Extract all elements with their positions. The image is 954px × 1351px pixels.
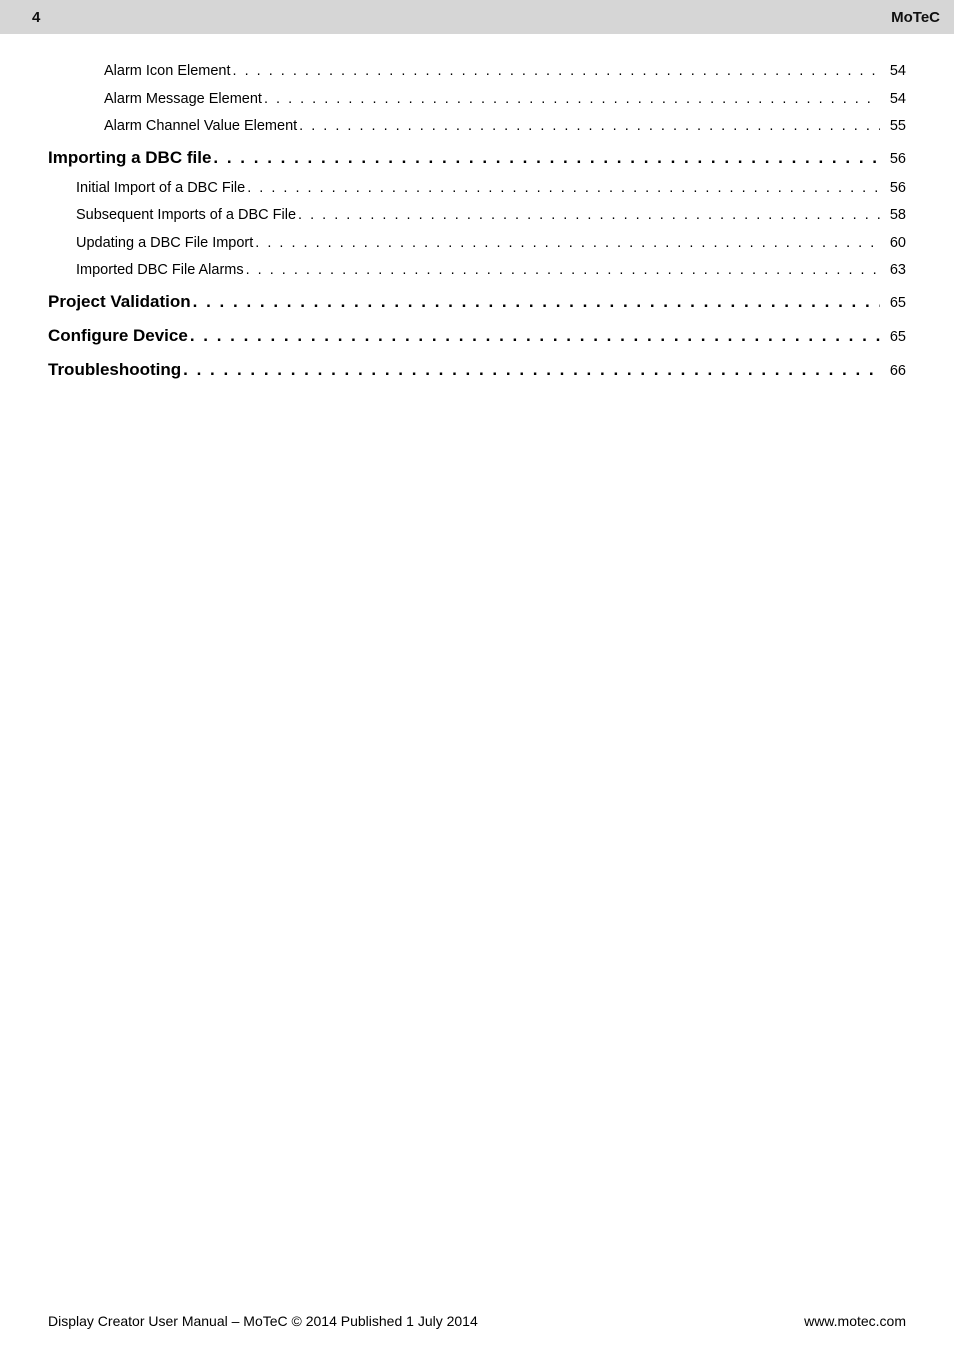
toc-leader-dots — [247, 175, 880, 203]
toc-entry-text: Alarm Channel Value Element — [104, 113, 297, 141]
toc-leader-dots — [233, 58, 880, 86]
footer-left: Display Creator User Manual – MoTeC © 20… — [48, 1313, 478, 1329]
toc-entry: Configure Device 65 — [48, 319, 906, 353]
toc-entry-text: Importing a DBC file — [48, 141, 211, 175]
toc-entry-page: 55 — [882, 113, 906, 141]
toc-entry-page: 60 — [882, 230, 906, 258]
toc-entry: Initial Import of a DBC File 56 — [48, 175, 906, 203]
page-number: 4 — [32, 9, 40, 26]
toc-leader-dots — [246, 257, 880, 285]
toc-entry-page: 54 — [882, 86, 906, 114]
toc-entry-page: 56 — [882, 175, 906, 203]
footer-right: www.motec.com — [804, 1313, 906, 1329]
toc-leader-dots — [190, 319, 880, 353]
toc-entry-text: Imported DBC File Alarms — [76, 257, 244, 285]
toc-leader-dots — [299, 113, 880, 141]
brand-name: MoTeC — [891, 9, 940, 26]
toc-entry-page: 56 — [882, 145, 906, 174]
toc-entry-text: Initial Import of a DBC File — [76, 175, 245, 203]
toc-leader-dots — [193, 285, 880, 319]
table-of-contents: Alarm Icon Element54Alarm Message Elemen… — [0, 34, 954, 387]
toc-entry-text: Project Validation — [48, 285, 191, 319]
footer: Display Creator User Manual – MoTeC © 20… — [48, 1313, 906, 1329]
toc-entry-text: Troubleshooting — [48, 353, 181, 387]
toc-leader-dots — [264, 86, 880, 114]
toc-leader-dots — [298, 202, 880, 230]
toc-entry-page: 54 — [882, 58, 906, 86]
page: 4 MoTeC Alarm Icon Element54Alarm Messag… — [0, 0, 954, 1351]
toc-entry: Alarm Icon Element 54 — [48, 58, 906, 86]
toc-entry: Subsequent Imports of a DBC File 58 — [48, 202, 906, 230]
toc-entry-text: Alarm Message Element — [104, 86, 262, 114]
toc-leader-dots — [255, 230, 880, 258]
toc-entry-text: Subsequent Imports of a DBC File — [76, 202, 296, 230]
toc-leader-dots — [183, 353, 880, 387]
toc-entry-text: Updating a DBC File Import — [76, 230, 253, 258]
toc-entry: Alarm Message Element 54 — [48, 86, 906, 114]
header-bar: 4 MoTeC — [0, 0, 954, 34]
toc-entry: Importing a DBC file 56 — [48, 141, 906, 175]
toc-entry-page: 63 — [882, 257, 906, 285]
toc-entry-page: 65 — [882, 323, 906, 352]
toc-leader-dots — [213, 141, 880, 175]
toc-entry: Project Validation 65 — [48, 285, 906, 319]
toc-entry: Alarm Channel Value Element 55 — [48, 113, 906, 141]
toc-entry-text: Alarm Icon Element — [104, 58, 231, 86]
toc-entry-page: 65 — [882, 289, 906, 318]
toc-entry-page: 58 — [882, 202, 906, 230]
toc-entry-text: Configure Device — [48, 319, 188, 353]
toc-entry: Troubleshooting 66 — [48, 353, 906, 387]
toc-entry-page: 66 — [882, 357, 906, 386]
toc-entry: Updating a DBC File Import 60 — [48, 230, 906, 258]
toc-entry: Imported DBC File Alarms 63 — [48, 257, 906, 285]
